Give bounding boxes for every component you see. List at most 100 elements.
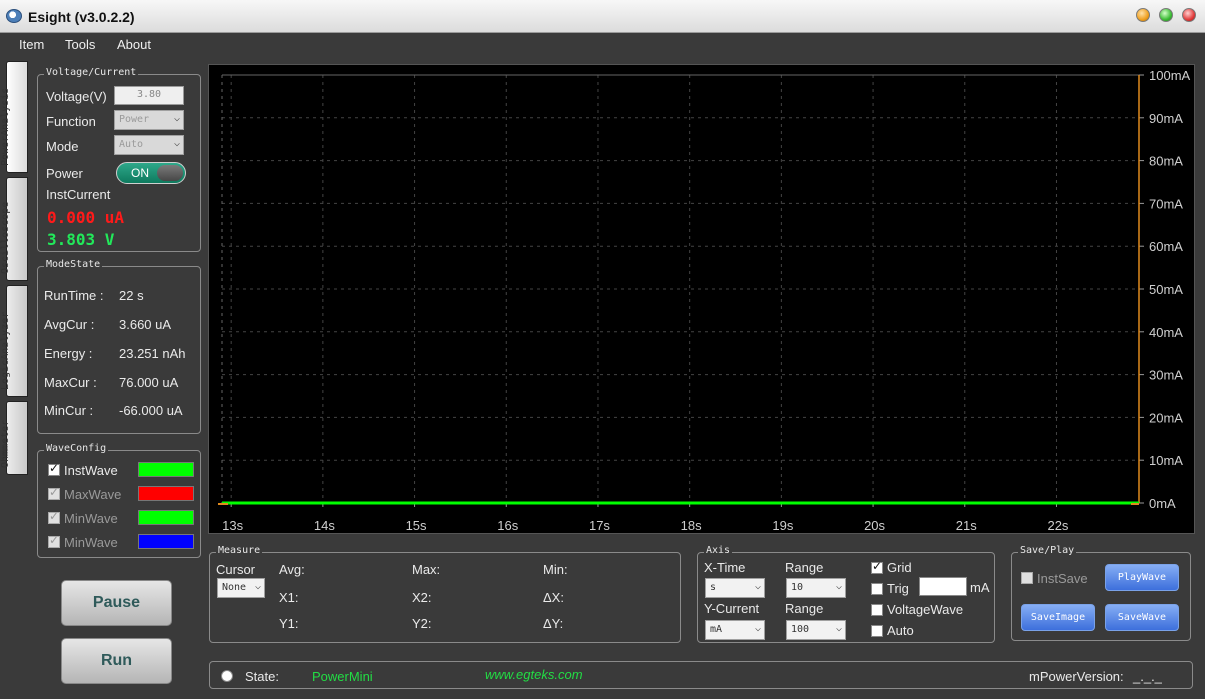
mode-select-value: Auto <box>119 139 144 150</box>
savewave-button[interactable]: SaveWave <box>1105 604 1179 631</box>
x-tick-label: 19s <box>772 518 793 533</box>
voltagewave-checkbox[interactable] <box>871 604 883 616</box>
chevron-down-icon: ⌵ <box>835 581 842 592</box>
avgcur-label: AvgCur : <box>44 317 95 332</box>
run-button[interactable]: Run <box>61 638 172 684</box>
toggle-knob <box>157 165 183 181</box>
minimize-button[interactable] <box>1136 8 1150 22</box>
mincur-label: MinCur : <box>44 403 94 418</box>
ycurrent-select[interactable]: mA ⌵ <box>705 620 765 640</box>
tab-oscilloscope[interactable]: Oscilloscope <box>0 177 28 281</box>
chevron-down-icon: ⌵ <box>254 581 261 592</box>
instsave-checkbox[interactable] <box>1021 572 1033 584</box>
y2-label: Y2: <box>412 616 432 631</box>
ycurrent-select-value: mA <box>710 624 723 635</box>
xrange-label: Range <box>785 560 824 575</box>
auto-checkbox[interactable] <box>871 625 883 637</box>
mode-select[interactable]: Auto ⌵ <box>114 135 184 155</box>
function-select-value: Power <box>119 114 150 125</box>
avgcur-value: 3.660 uA <box>119 317 172 332</box>
power-toggle-state: ON <box>131 166 149 180</box>
chevron-down-icon: ⌵ <box>173 113 180 124</box>
grid-label: Grid <box>887 560 912 575</box>
minwave-checkbox[interactable] <box>48 509 60 524</box>
maxwave-checkbox[interactable] <box>48 485 60 500</box>
minwave-2-color-swatch[interactable] <box>138 534 194 549</box>
y-tick-label: 60mA <box>1149 239 1183 254</box>
y-tick-label: 80mA <box>1149 154 1183 169</box>
saveimage-button[interactable]: SaveImage <box>1021 604 1095 631</box>
playwave-button[interactable]: PlayWave <box>1105 564 1179 591</box>
y1-label: Y1: <box>279 616 299 631</box>
xrange-select-value: 10 <box>791 582 804 593</box>
maxcur-label: MaxCur : <box>44 375 97 390</box>
yrange-select[interactable]: 100 ⌵ <box>786 620 846 640</box>
dy-label: ΔY: <box>543 616 564 631</box>
tab-logic-analyzer-label: LogicAnalyzer <box>0 311 11 390</box>
ycurrent-label: Y-Current <box>704 601 760 616</box>
minwave-2-label: MinWave <box>64 535 118 550</box>
y-tick-label: 100mA <box>1149 68 1191 83</box>
power-toggle[interactable]: ON <box>116 162 186 184</box>
chart-canvas: 0mA 10mA 20mA 30mA 40mA 50mA 60mA 70mA 80mA 90mA 1… <box>218 68 1191 533</box>
x-tick-label: 18s <box>681 518 702 533</box>
x1-label: X1: <box>279 590 299 605</box>
function-select[interactable]: Power ⌵ <box>114 110 184 130</box>
maximize-button[interactable] <box>1159 8 1173 22</box>
cursor-select[interactable]: None ⌵ <box>217 578 265 598</box>
instwave-color-swatch[interactable] <box>138 462 194 477</box>
xtime-select[interactable]: s ⌵ <box>705 578 765 598</box>
trig-checkbox[interactable] <box>871 583 883 595</box>
yrange-label: Range <box>785 601 824 616</box>
voltage-input[interactable]: 3.80 <box>114 86 184 105</box>
x-tick-label: 16s <box>497 518 518 533</box>
minwave-2-checkbox[interactable] <box>48 533 60 548</box>
xtime-label: X-Time <box>704 560 746 575</box>
xtime-select-value: s <box>710 582 717 593</box>
mode-state-title: ModeState <box>44 259 103 270</box>
x-tick-label: 20s <box>864 518 885 533</box>
maxcur-value: 76.000 uA <box>119 375 179 390</box>
grid-checkbox[interactable] <box>871 559 883 574</box>
auto-label: Auto <box>887 623 914 638</box>
waveform-chart[interactable]: 0mA 10mA 20mA 30mA 40mA 50mA 60mA 70mA 80mA 90mA 1… <box>208 64 1195 534</box>
minwave-color-swatch[interactable] <box>138 510 194 525</box>
pause-button[interactable]: Pause <box>61 580 172 626</box>
x-tick-label: 14s <box>314 518 335 533</box>
power-label: Power <box>46 166 83 181</box>
tab-ohmmeter-label: Ohmmeter <box>0 419 11 468</box>
yrange-select-value: 100 <box>791 624 810 635</box>
state-value: PowerMini <box>312 669 373 684</box>
state-indicator-radio[interactable] <box>221 670 233 682</box>
minwave-label: MinWave <box>64 511 118 526</box>
axis-title: Axis <box>704 545 733 556</box>
instsave-label: InstSave <box>1037 571 1088 586</box>
tab-logic-analyzer[interactable]: LogicAnalyzer <box>0 285 28 397</box>
state-label: State: <box>245 669 279 684</box>
cursor-label: Cursor <box>216 562 256 577</box>
menu-item-tools[interactable]: Tools <box>65 37 95 52</box>
menu-bar: Item Tools About <box>0 33 1205 58</box>
close-button[interactable] <box>1182 8 1196 22</box>
y-tick-label: 40mA <box>1149 325 1183 340</box>
max-label: Max: <box>412 562 441 577</box>
x-tick-label: 15s <box>406 518 427 533</box>
instwave-checkbox[interactable] <box>48 461 60 476</box>
trig-level-input[interactable] <box>919 577 967 596</box>
x2-label: X2: <box>412 590 432 605</box>
website-link[interactable]: www.egteks.com <box>485 667 583 682</box>
menu-item-about[interactable]: About <box>117 37 151 52</box>
voltage-label: Voltage(V) <box>46 89 107 104</box>
menu-item-item[interactable]: Item <box>19 37 44 52</box>
x-tick-label: 17s <box>589 518 610 533</box>
y-tick-label: 50mA <box>1149 282 1183 297</box>
tab-power-analysis[interactable]: PowerAnalysis <box>0 61 28 173</box>
tab-ohmmeter[interactable]: Ohmmeter <box>0 401 28 475</box>
version-value: _._._ <box>1133 669 1162 684</box>
xrange-select[interactable]: 10 ⌵ <box>786 578 846 598</box>
y-tick-label: 10mA <box>1149 453 1183 468</box>
maxwave-color-swatch[interactable] <box>138 486 194 501</box>
inst-voltage-value: 3.803 V <box>47 230 115 249</box>
title-bar: Esight (v3.0.2.2) <box>0 0 1205 33</box>
trig-unit-label: mA <box>970 580 990 595</box>
